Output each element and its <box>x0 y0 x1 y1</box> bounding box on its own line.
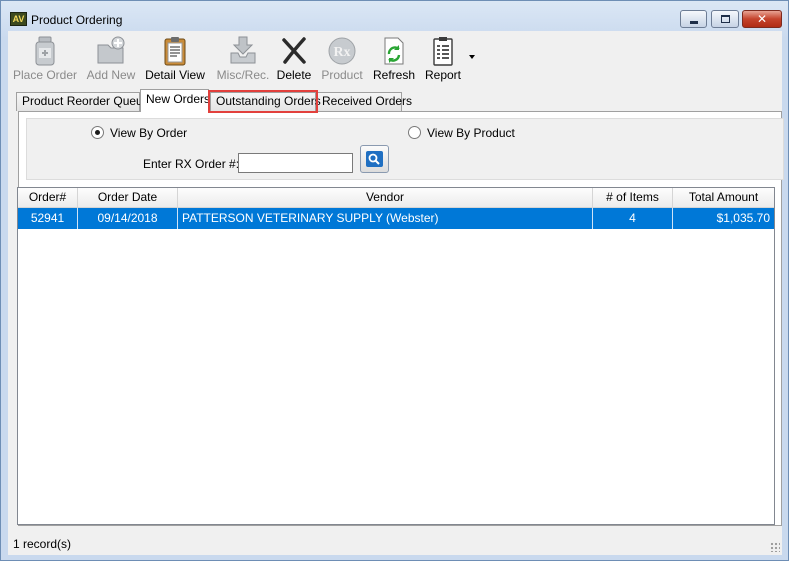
tab-outstanding-orders[interactable]: Outstanding Orders <box>208 90 321 113</box>
table-row[interactable]: 52941 09/14/2018 PATTERSON VETERINARY SU… <box>18 208 774 229</box>
app-logo-icon: AV <box>10 12 27 26</box>
column-number-of-items[interactable]: # of Items <box>593 188 673 208</box>
tab-product-reorder-queue[interactable]: Product Reorder Queue <box>16 92 149 111</box>
cell-total-amount: $1,035.70 <box>716 211 770 225</box>
view-by-product-label[interactable]: View By Product <box>427 126 515 140</box>
svg-text:Rx: Rx <box>333 45 350 60</box>
cell-order-date: 09/14/2018 <box>78 208 178 229</box>
delete-x-icon <box>282 37 306 64</box>
close-icon: ✕ <box>756 12 768 26</box>
refresh-button[interactable]: Refresh <box>370 33 418 85</box>
close-button[interactable]: ✕ <box>742 10 782 28</box>
tab-new-orders[interactable]: New Orders <box>140 89 210 112</box>
filter-group: View By Order View By Product Enter RX O… <box>26 118 784 180</box>
maximize-icon <box>721 15 730 23</box>
client-area: Place Order Add New Detail View Misc/Rec… <box>8 31 784 555</box>
view-by-order-label[interactable]: View By Order <box>110 126 187 140</box>
cell-order-number: 52941 <box>18 208 78 229</box>
report-dropdown-arrow-icon[interactable] <box>469 55 475 59</box>
misc-rec-label: Misc/Rec. <box>216 68 270 82</box>
add-new-label: Add New <box>86 68 136 82</box>
toolbar: Place Order Add New Detail View Misc/Rec… <box>8 31 782 87</box>
window-title: Product Ordering <box>31 13 123 27</box>
search-icon <box>366 151 383 167</box>
rx-order-label: Enter RX Order #: <box>143 157 240 171</box>
add-new-button[interactable]: Add New <box>83 33 139 85</box>
detail-view-button[interactable]: Detail View <box>144 33 206 85</box>
rx-order-input[interactable] <box>238 153 353 173</box>
cell-vendor: PATTERSON VETERINARY SUPPLY (Webster) <box>178 208 593 229</box>
place-order-label: Place Order <box>12 68 78 82</box>
column-order-number[interactable]: Order# <box>18 188 78 208</box>
minimize-button[interactable] <box>680 10 707 28</box>
maximize-button[interactable] <box>711 10 739 28</box>
refresh-label: Refresh <box>372 68 416 82</box>
view-by-order-radio[interactable] <box>91 126 104 139</box>
product-button[interactable]: Rx Product <box>318 33 366 85</box>
place-order-button[interactable]: Place Order <box>11 33 79 85</box>
report-button[interactable]: Report <box>422 33 464 85</box>
inbox-tray-icon <box>230 36 256 64</box>
folder-add-icon <box>97 36 125 64</box>
status-bar: 1 record(s) <box>8 533 782 555</box>
clipboard-icon <box>164 37 186 66</box>
misc-rec-button[interactable]: Misc/Rec. <box>212 33 274 85</box>
tab-received-orders[interactable]: Received Orders <box>316 92 412 111</box>
grid-header: Order# Order Date Vendor # of Items Tota… <box>18 188 774 208</box>
tab-panel: View By Order View By Product Enter RX O… <box>17 111 784 526</box>
cell-number-of-items: 4 <box>593 208 673 229</box>
report-icon <box>433 37 453 66</box>
search-button[interactable] <box>360 145 389 173</box>
orders-grid: Order# Order Date Vendor # of Items Tota… <box>17 187 775 525</box>
product-ordering-window: AV Product Ordering ✕ Place Order Add Ne… <box>0 0 789 561</box>
delete-label: Delete <box>276 68 312 82</box>
record-count: 1 record(s) <box>13 537 72 551</box>
tab-strip: Product Reorder Queue New Orders Outstan… <box>8 89 782 113</box>
column-order-date[interactable]: Order Date <box>78 188 178 208</box>
report-label: Report <box>424 68 462 82</box>
column-vendor[interactable]: Vendor <box>178 188 593 208</box>
delete-button[interactable]: Delete <box>275 33 313 85</box>
resize-grip-icon[interactable] <box>770 542 780 552</box>
minimize-icon <box>690 21 698 24</box>
rx-icon: Rx <box>328 37 356 65</box>
column-total-amount[interactable]: Total Amount <box>673 188 774 208</box>
prescription-bottle-icon <box>35 36 55 66</box>
view-by-product-radio[interactable] <box>408 126 421 139</box>
title-bar[interactable]: AV Product Ordering ✕ <box>1 1 788 31</box>
detail-view-label: Detail View <box>145 68 205 82</box>
product-label: Product <box>321 68 363 82</box>
refresh-icon <box>384 37 404 65</box>
